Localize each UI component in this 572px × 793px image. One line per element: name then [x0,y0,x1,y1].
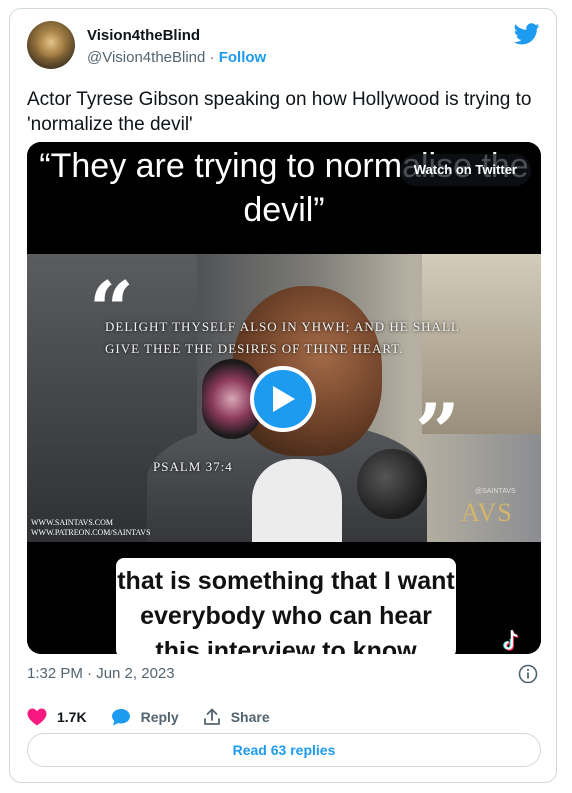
tweet-timestamp[interactable]: 1:32 PM · Jun 2, 2023 [27,665,175,682]
video-bottom-area: that is something that I want everybody … [27,542,541,654]
like-count: 1.7K [57,709,87,725]
share-button[interactable]: Share [203,708,270,726]
video-bottom-caption: that is something that I want everybody … [116,558,456,654]
play-button[interactable] [250,366,316,432]
website-1: WWW.SAINTAVS.COM [31,518,114,527]
website-2: WWW.PATREON.COM/SAINTAVS [31,528,151,537]
author-handle[interactable]: @Vision4theBlind [87,49,205,66]
avs-logo: AVS [461,498,513,527]
reply-button[interactable]: Reply [111,708,179,726]
twitter-bird-icon[interactable] [514,23,540,45]
info-icon[interactable] [518,664,538,684]
tiktok-icon [503,630,519,651]
like-button[interactable]: 1.7K [27,708,87,726]
follow-button[interactable]: Follow [219,49,267,66]
verse-text: Delight thyself also in YHWH; and he sha… [105,319,460,356]
read-replies-button[interactable]: Read 63 replies [27,733,541,767]
verse-reference: Psalm 37:4 [153,459,233,474]
share-label: Share [230,709,270,725]
avatar[interactable] [27,21,75,69]
watch-on-twitter-button[interactable]: Watch on Twitter [399,154,531,186]
reply-bubble-icon [111,709,130,726]
watermark-websites: WWW.SAINTAVS.COM WWW.PATREON.COM/SAINTAV… [31,518,151,538]
tweet-text: Actor Tyrese Gibson speaking on how Holl… [27,89,532,135]
tweet-card: Vision4theBlind @Vision4theBlind · Follo… [9,8,557,783]
handle-separator: · [205,49,219,66]
video-player[interactable]: “They are trying to normalise the devil”… [27,142,541,654]
tweet-actions: 1.7K Reply Share [27,705,294,729]
share-icon [203,708,220,725]
close-quote-mark: ” [415,387,460,478]
play-icon [273,386,295,412]
speaker-shirt [252,459,342,542]
heart-icon [27,708,47,726]
reply-label: Reply [140,709,179,725]
author-name[interactable]: Vision4theBlind [87,27,200,44]
author-handle-row: @Vision4theBlind · Follow [87,49,266,66]
avs-handle: @SAINTAVS [475,488,516,495]
